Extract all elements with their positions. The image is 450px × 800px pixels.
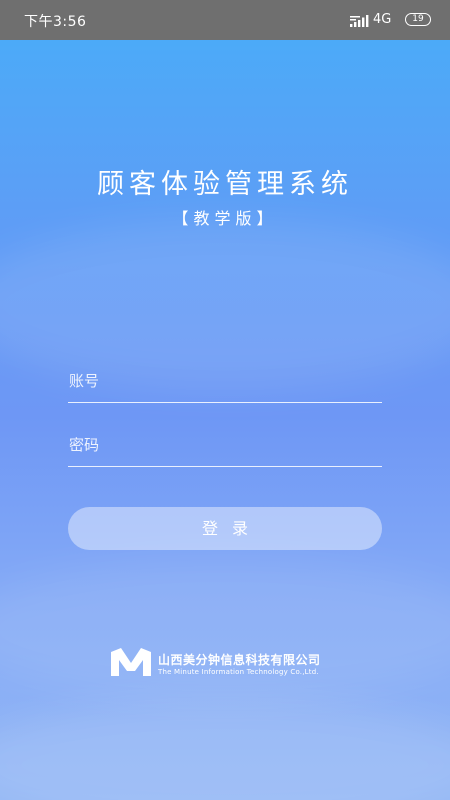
background-haze (0, 700, 450, 800)
password-input[interactable] (68, 424, 382, 466)
network-type-label: 4G (373, 12, 392, 27)
status-time: 下午3:56 (24, 14, 87, 30)
status-bar: 下午3:56 4G 19 (0, 0, 450, 40)
background-haze (0, 560, 450, 700)
password-field (68, 424, 382, 467)
company-english-name: The Minute Information Technology Co.,Lt… (158, 668, 319, 676)
signal-icon (350, 15, 369, 27)
battery-icon: 19 (405, 13, 431, 26)
app-subtitle: 【教学版】 (172, 209, 278, 228)
account-input[interactable] (68, 360, 382, 402)
login-screen: 下午3:56 4G 19 顾客体验管理系统 【教学版】 登录 山西美分钟信息科技… (0, 0, 450, 800)
account-field (68, 360, 382, 403)
app-title: 顾客体验管理系统 (97, 169, 353, 200)
login-button[interactable]: 登录 (68, 507, 382, 550)
company-name: 山西美分钟信息科技有限公司 (158, 653, 321, 667)
m-logo-icon (111, 648, 151, 676)
